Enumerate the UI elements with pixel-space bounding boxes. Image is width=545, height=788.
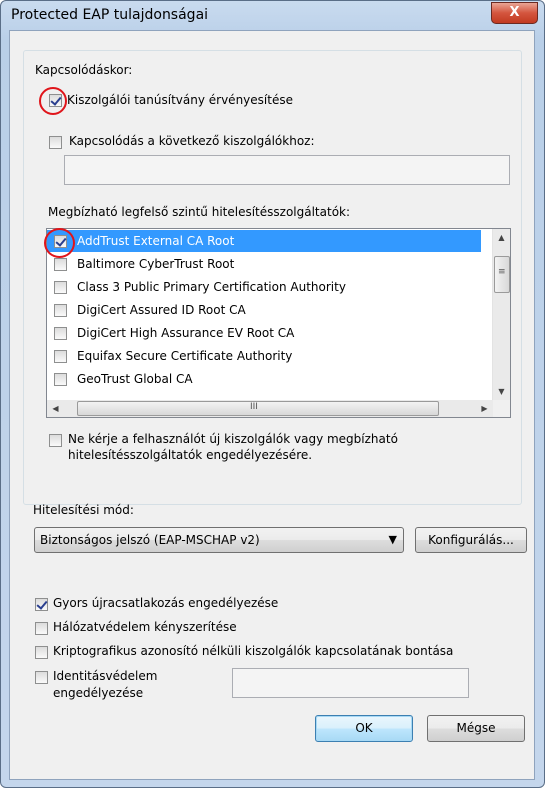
list-item-label: Equifax Secure Certificate Authority [77,349,293,363]
list-item-checkbox[interactable] [54,281,67,294]
vertical-scroll-thumb[interactable]: ≡ [494,256,510,293]
horizontal-scroll-thumb[interactable]: III [77,401,439,416]
list-item[interactable]: DigiCert High Assurance EV Root CA [47,322,481,344]
list-item[interactable]: Baltimore CyberTrust Root [47,253,481,275]
list-item[interactable]: Class 3 Public Primary Certification Aut… [47,276,481,298]
list-item-label: GeoTrust Global CA [77,372,193,386]
list-item-checkbox[interactable] [54,327,67,340]
cryptobinding-label[interactable]: Kriptografikus azonosító nélküli kiszolg… [53,644,453,658]
scroll-up-icon[interactable]: ▲ [493,229,510,246]
cancel-button[interactable]: Mégse [427,715,525,742]
scroll-right-icon[interactable]: ▶ [476,400,493,417]
list-item-label: Class 3 Public Primary Certification Aut… [77,280,346,294]
auth-method-value: Biztonságos jelszó (EAP-MSCHAP v2) [40,533,260,547]
vertical-scrollbar[interactable]: ▲ ≡ ▼ [492,229,510,400]
list-item-label: AddTrust External CA Root [77,234,235,248]
auth-method-label: Hitelesítési mód: [33,503,134,517]
scrollbar-corner [493,400,510,417]
window-title: Protected EAP tulajdonságai [11,7,209,23]
grip-icon: ≡ [498,267,506,277]
auth-method-select[interactable]: Biztonságos jelszó (EAP-MSCHAP v2) ▼ [34,527,404,553]
chevron-down-icon[interactable]: ▼ [389,533,397,546]
list-item-label: Baltimore CyberTrust Root [77,257,235,271]
annotation-circle [39,87,67,115]
list-item[interactable]: Equifax Secure Certificate Authority [47,345,481,367]
fast-reconnect-label[interactable]: Gyors újracsatlakozás engedélyezése [53,596,278,610]
trusted-roots-list[interactable]: AddTrust External CA Root Baltimore Cybe… [46,228,511,418]
list-item-checkbox[interactable] [54,350,67,363]
list-item-checkbox[interactable] [54,373,67,386]
network-protection-label[interactable]: Hálózatvédelem kényszerítése [53,620,237,634]
identity-privacy-label-line1[interactable]: Identitásvédelem [53,669,157,683]
network-protection-checkbox[interactable] [35,622,48,635]
list-item-label: DigiCert Assured ID Root CA [77,303,246,317]
title-bar[interactable]: Protected EAP tulajdonságai X [1,1,544,31]
connect-section-label: Kapcsolódáskor: [35,63,133,77]
cryptobinding-checkbox[interactable] [35,646,48,659]
list-item-checkbox[interactable] [54,258,67,271]
scroll-down-icon[interactable]: ▼ [493,383,510,400]
identity-privacy-checkbox[interactable] [35,671,48,684]
fast-reconnect-checkbox[interactable] [35,598,48,611]
dont-prompt-label-line1[interactable]: Ne kérje a felhasználót új kiszolgálók v… [68,432,398,446]
identity-input[interactable] [232,668,469,698]
dont-prompt-checkbox[interactable] [49,434,62,447]
annotation-circle [44,228,75,258]
validate-cert-label[interactable]: Kiszolgálói tanúsítvány érvényesítése [67,93,293,107]
list-item[interactable]: DigiCert Assured ID Root CA [47,299,481,321]
configure-button[interactable]: Konfigurálás... [415,527,527,553]
ok-button[interactable]: OK [315,715,413,742]
identity-privacy-label-line2[interactable]: engedélyezése [53,686,143,700]
list-item-label: DigiCert High Assurance EV Root CA [77,326,295,340]
dont-prompt-label-line2[interactable]: hitelesítésszolgáltatók engedélyezésére. [68,448,312,462]
servers-input[interactable] [64,155,510,185]
grip-icon: III [250,402,258,412]
close-button[interactable]: X [491,2,538,24]
scroll-left-icon[interactable]: ◀ [47,400,64,417]
close-icon: X [509,5,520,20]
list-item-checkbox[interactable] [54,304,67,317]
horizontal-scrollbar[interactable]: ◀ III ▶ [47,400,493,417]
connect-servers-label[interactable]: Kapcsolódás a következő kiszolgálókhoz: [69,134,315,148]
list-item[interactable]: AddTrust External CA Root [47,230,481,252]
list-item[interactable]: GeoTrust Global CA [47,368,481,390]
connect-servers-checkbox[interactable] [49,136,62,149]
trusted-roots-label: Megbízható legfelső szintű hitelesítéssz… [48,205,351,219]
